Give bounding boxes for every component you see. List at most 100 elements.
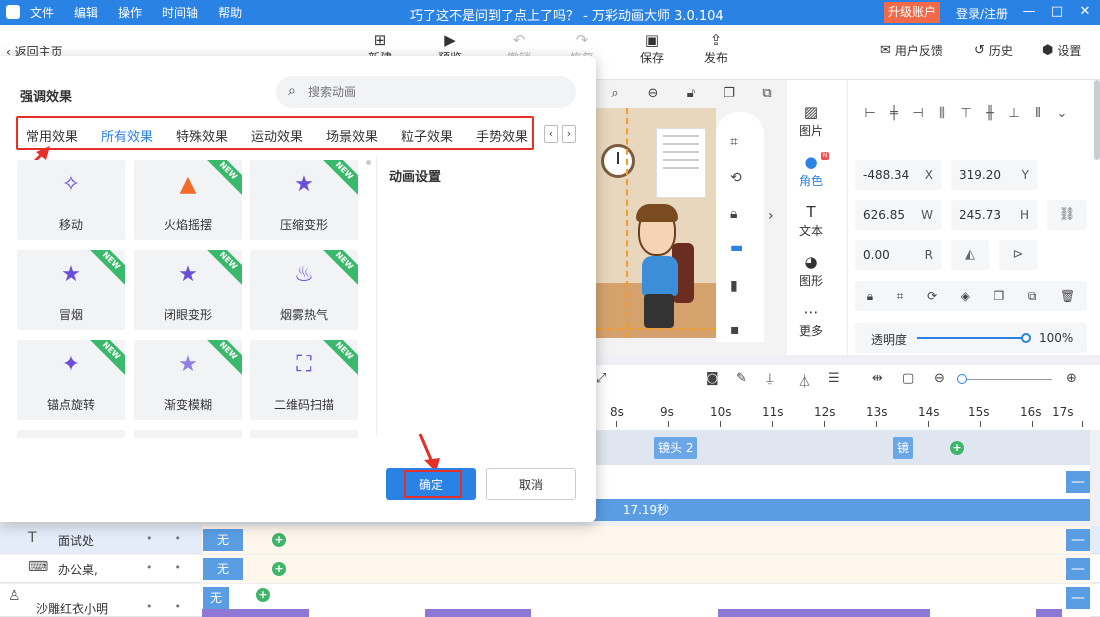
chevron-down-icon[interactable]: ⌄ [1050,106,1074,121]
animation-block[interactable] [1036,609,1062,617]
monitor-icon[interactable]: ▬ [730,240,743,256]
animation-block[interactable] [202,609,309,617]
reset-icon[interactable]: ⟳ [927,289,937,303]
effect-card[interactable]: ★ NEW 压缩变形 [250,160,358,240]
menu-help[interactable]: 帮助 [218,4,242,21]
enter-effect-chip[interactable]: 无 [203,587,229,609]
effect-card[interactable] [17,430,125,438]
align-center-h-icon[interactable]: ╪ [882,106,906,121]
track-row[interactable]: ♙ 沙雕红衣小明 •• 无 + — [0,584,1100,617]
camera-icon[interactable]: ◙ [706,371,719,386]
track-row[interactable]: T 面试处 •• 无 + — [0,526,1100,554]
lens-block[interactable]: 镜头 2 [654,437,698,459]
collapse-track-button[interactable]: — [1066,529,1090,551]
tab-text[interactable]: T 文本 [787,202,835,239]
track-visibility-dots[interactable]: •• [146,532,203,545]
edit-icon[interactable]: ✎ [736,371,747,386]
menu-file[interactable]: 文件 [30,4,54,21]
lock-icon[interactable]: 🔒︎ [867,289,873,304]
tab-motion[interactable]: 运动效果 [251,126,303,145]
search-input[interactable] [308,82,558,102]
rotation-field[interactable]: 0.00 R [855,240,941,270]
close-icon[interactable]: ✕ [1076,3,1094,21]
add-effect-icon[interactable]: + [272,533,286,547]
ratio-icon[interactable]: ▢ [902,371,914,386]
lock-icon[interactable]: 🔒︎ [730,206,737,222]
add-keyframe-icon[interactable]: + [950,441,964,455]
fit-width-icon[interactable]: ⇹ [872,371,883,386]
chevron-right-icon[interactable]: › [768,208,774,224]
zoom-out-icon[interactable]: ⊖ [634,86,672,101]
fit-icon[interactable]: ⌗ [897,289,904,304]
effect-card[interactable]: ✦ NEW 锚点旋转 [17,340,125,420]
panel-scrollbar[interactable] [1094,80,1100,160]
effect-card[interactable]: ★ NEW 闭眼变形 [134,250,242,330]
tab-shape[interactable]: ◕ 图形 [787,252,835,289]
effect-card[interactable]: ⛶ NEW 二维码扫描 [250,340,358,420]
effect-card[interactable]: ★ NEW 渐变模糊 [134,340,242,420]
link-ratio-icon[interactable]: ⛓ [1047,200,1087,230]
tab-particle[interactable]: 粒子效果 [401,126,453,145]
enter-effect-chip[interactable]: 无 [203,529,243,551]
collapse-track-button[interactable]: — [1066,587,1090,609]
copy-icon[interactable]: ❐ [710,86,748,101]
scene-preview[interactable] [596,108,716,338]
effect-card[interactable] [250,430,358,438]
flip-vertical-icon[interactable]: ⊳ [999,240,1037,270]
lens-block[interactable]: 镜 [893,437,914,459]
effect-card[interactable]: ▲ NEW 火焰摇摆 [134,160,242,240]
opacity-slider-handle[interactable] [1021,333,1031,343]
feedback-button[interactable]: ✉ 用户反馈 [880,42,943,59]
effect-card[interactable]: ★ NEW 冒烟 [17,250,125,330]
rotate-icon[interactable]: ⟲ [730,170,742,186]
align-top-icon[interactable]: ⊤ [954,106,978,121]
cancel-button[interactable]: 取消 [486,468,576,500]
filter-icon[interactable]: ⏃ [798,371,811,390]
add-effect-icon[interactable]: + [256,588,270,602]
tabs-next-icon[interactable]: › [562,125,576,143]
tab-gesture[interactable]: 手势效果 [476,126,528,145]
height-field[interactable]: 245.73 H [951,200,1037,230]
position-y-field[interactable]: 319.20 Y [951,160,1037,190]
zoom-in-icon[interactable]: ⌕ [596,86,634,101]
position-x-field[interactable]: -488.34 X [855,160,941,190]
tab-all[interactable]: 所有效果 [101,126,153,145]
flip-horizontal-icon[interactable]: ◭ [951,240,989,270]
tab-more[interactable]: ⋯ 更多 [787,302,835,339]
opacity-slider-track[interactable] [917,337,1027,339]
animation-block[interactable] [425,609,531,617]
layers-icon[interactable]: ◈ [961,289,970,303]
history-button[interactable]: ↺ 历史 [974,42,1013,59]
tabs-prev-icon[interactable]: ‹ [544,125,558,143]
zoom-in-icon[interactable]: ⊕ [1066,371,1077,386]
track-visibility-dots[interactable]: •• [146,561,203,574]
align-right-icon[interactable]: ⊣ [906,106,930,121]
menu-timeline[interactable]: 时间轴 [162,4,198,21]
collapse-track-button[interactable]: — [1066,558,1090,580]
enter-effect-chip[interactable]: 无 [203,558,243,580]
menu-operate[interactable]: 操作 [118,4,142,21]
collapse-track-button[interactable]: — [1066,471,1090,493]
distribute-h-icon[interactable]: ⫼ [930,106,954,121]
lock-icon[interactable]: 🔓︎ [672,86,710,101]
tab-scene[interactable]: 场景效果 [326,126,378,145]
track-row[interactable]: ⌨ 办公桌, •• 无 + — [0,555,1100,583]
expand-icon[interactable]: ⤢ [596,371,606,386]
effect-card[interactable]: ✧ 移动 [17,160,125,240]
width-field[interactable]: 626.85 W [855,200,941,230]
align-left-icon[interactable]: ⊢ [858,106,882,121]
menu-edit[interactable]: 编辑 [74,4,98,21]
effect-card[interactable] [134,430,242,438]
animation-block[interactable] [718,609,930,617]
align-middle-v-icon[interactable]: ╫ [978,106,1002,121]
save-button[interactable]: ▣ 保存 [630,31,674,66]
settings-button[interactable]: ⬢ 设置 [1042,42,1081,59]
tab-special[interactable]: 特殊效果 [176,126,228,145]
split-icon[interactable]: ⍊ [766,371,774,386]
timeline-zoom-handle[interactable] [957,374,967,384]
distribute-v-icon[interactable]: ⫴ [1026,106,1050,121]
paste-icon[interactable]: ⧉ [748,86,786,101]
effect-card[interactable]: ♨ NEW 烟雾热气 [250,250,358,330]
tab-character[interactable]: ● N 角色 [787,152,835,189]
publish-button[interactable]: ⇪ 发布 [694,31,738,66]
